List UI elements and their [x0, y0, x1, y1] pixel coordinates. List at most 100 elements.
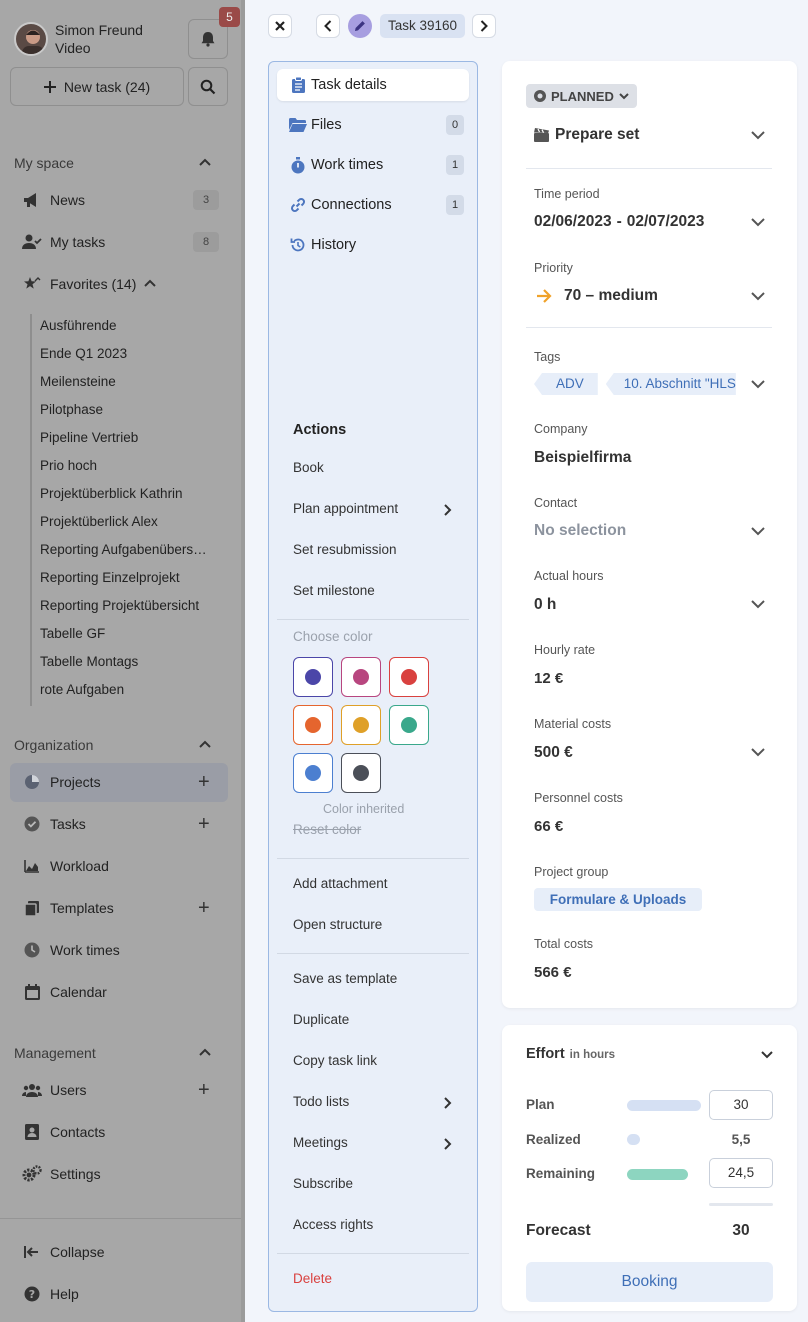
- chevron-up-icon[interactable]: [198, 738, 212, 752]
- color-swatch[interactable]: [389, 657, 429, 697]
- favorite-item[interactable]: Projektüberlick Alex: [40, 514, 158, 529]
- plan-appointment-action[interactable]: Plan appointment: [293, 501, 398, 516]
- favorite-item[interactable]: Ende Q1 2023: [40, 346, 127, 361]
- favorite-item[interactable]: Prio hoch: [40, 458, 97, 473]
- add-template-button[interactable]: +: [198, 898, 210, 918]
- duplicate-action[interactable]: Duplicate: [293, 1012, 349, 1027]
- favorite-item[interactable]: Reporting Aufgabenübers…: [40, 542, 207, 557]
- status-dropdown[interactable]: PLANNED: [526, 84, 637, 108]
- sidebar-item-projects[interactable]: Projects: [22, 770, 101, 794]
- avatar[interactable]: [14, 22, 48, 56]
- color-swatch[interactable]: [341, 705, 381, 745]
- add-user-button[interactable]: +: [198, 1080, 210, 1100]
- chevron-up-icon[interactable]: [198, 1046, 212, 1060]
- save-as-template-action[interactable]: Save as template: [293, 971, 397, 986]
- meetings-action[interactable]: Meetings: [293, 1135, 348, 1150]
- copy-task-link-action[interactable]: Copy task link: [293, 1053, 377, 1068]
- reset-color-action[interactable]: Reset color: [293, 822, 361, 837]
- color-swatch[interactable]: [389, 705, 429, 745]
- sidebar-item-workload[interactable]: Workload: [22, 854, 109, 878]
- favorite-item[interactable]: Tabelle Montags: [40, 654, 138, 669]
- favorite-item[interactable]: Pipeline Vertrieb: [40, 430, 138, 445]
- priority-label: Priority: [534, 261, 573, 275]
- help-button[interactable]: ? Help: [22, 1282, 79, 1306]
- book-action[interactable]: Book: [293, 460, 324, 475]
- set-milestone-action[interactable]: Set milestone: [293, 583, 375, 598]
- color-swatch[interactable]: [341, 657, 381, 697]
- chevron-up-icon[interactable]: [144, 278, 157, 290]
- chevron-down-icon[interactable]: [750, 379, 766, 389]
- favorite-item[interactable]: Pilotphase: [40, 402, 103, 417]
- project-group-chip[interactable]: Formulare & Uploads: [534, 888, 702, 911]
- remaining-input[interactable]: 24,5: [709, 1158, 773, 1188]
- next-task-button[interactable]: [472, 14, 496, 38]
- sidebar-item-news[interactable]: News: [22, 188, 85, 212]
- color-swatch[interactable]: [293, 705, 333, 745]
- plan-input[interactable]: 30: [709, 1090, 773, 1120]
- sidebar-item-calendar[interactable]: Calendar: [22, 980, 107, 1004]
- tab-label: Work times: [311, 157, 384, 173]
- add-task-button[interactable]: +: [198, 814, 210, 834]
- favorite-item[interactable]: Meilensteine: [40, 374, 116, 389]
- color-swatch[interactable]: [293, 657, 333, 697]
- time-period-field[interactable]: 02/06/2023 - 02/07/2023: [534, 213, 704, 231]
- favorite-item[interactable]: Projektüberblick Kathrin: [40, 486, 183, 501]
- realized-label: Realized: [526, 1132, 581, 1147]
- set-resubmission-action[interactable]: Set resubmission: [293, 542, 397, 557]
- close-button[interactable]: [268, 14, 292, 38]
- sidebar-item-settings[interactable]: Settings: [22, 1162, 101, 1186]
- copy-icon: [22, 898, 42, 918]
- delete-action[interactable]: Delete: [293, 1271, 332, 1286]
- tab-history[interactable]: History: [277, 229, 469, 261]
- chevron-down-icon[interactable]: [750, 217, 766, 227]
- clipboard-icon: [289, 77, 307, 93]
- chevron-down-icon[interactable]: [750, 291, 766, 301]
- tab-files[interactable]: Files: [277, 109, 469, 141]
- add-attachment-action[interactable]: Add attachment: [293, 876, 388, 891]
- contact-value[interactable]: No selection: [534, 522, 626, 540]
- subscribe-action[interactable]: Subscribe: [293, 1176, 353, 1191]
- chevron-down-icon[interactable]: [750, 526, 766, 536]
- chevron-down-icon[interactable]: [750, 747, 766, 757]
- tab-connections[interactable]: Connections: [277, 189, 469, 221]
- favorite-item[interactable]: Ausführende: [40, 318, 117, 333]
- tab-label: Task details: [311, 77, 387, 93]
- company-value[interactable]: Beispielfirma: [534, 449, 631, 467]
- material-costs-value[interactable]: 500 €: [534, 744, 573, 762]
- search-button[interactable]: [188, 67, 228, 106]
- sidebar-item-work-times[interactable]: Work times: [22, 938, 120, 962]
- previous-task-button[interactable]: [316, 14, 340, 38]
- chevron-down-icon[interactable]: [750, 130, 766, 140]
- collapse-button[interactable]: Collapse: [22, 1240, 104, 1264]
- access-rights-action[interactable]: Access rights: [293, 1217, 373, 1232]
- sidebar-item-tasks[interactable]: Tasks: [22, 812, 86, 836]
- sidebar-item-my-tasks[interactable]: My tasks: [22, 230, 105, 254]
- favorite-item[interactable]: rote Aufgaben: [40, 682, 124, 697]
- booking-button[interactable]: Booking: [526, 1262, 773, 1302]
- open-structure-action[interactable]: Open structure: [293, 917, 382, 932]
- tag[interactable]: 10. Abschnitt "HLS: [605, 373, 736, 395]
- sidebar-item-templates[interactable]: Templates: [22, 896, 114, 920]
- add-project-button[interactable]: +: [198, 772, 210, 792]
- sidebar-item-contacts[interactable]: Contacts: [22, 1120, 105, 1144]
- realized-bar: [627, 1134, 640, 1145]
- favorite-item[interactable]: Tabelle GF: [40, 626, 105, 641]
- priority-field[interactable]: 70 – medium: [536, 287, 658, 305]
- edit-icon[interactable]: [348, 14, 372, 38]
- chevron-down-icon[interactable]: [750, 599, 766, 609]
- tab-task-details[interactable]: Task details: [277, 69, 469, 101]
- favorite-item[interactable]: Reporting Einzelprojekt: [40, 570, 180, 585]
- tag[interactable]: ADV: [534, 373, 598, 395]
- sidebar-item-favorites[interactable]: Favorites (14): [22, 272, 157, 296]
- favorite-item[interactable]: Reporting Projektübersicht: [40, 598, 199, 613]
- sidebar-item-users[interactable]: Users: [22, 1078, 87, 1102]
- actual-hours-value[interactable]: 0 h: [534, 596, 556, 614]
- new-task-button[interactable]: New task (24): [10, 67, 184, 106]
- chevron-up-icon[interactable]: [198, 156, 212, 170]
- color-swatch[interactable]: [293, 753, 333, 793]
- color-swatch[interactable]: [341, 753, 381, 793]
- todo-lists-action[interactable]: Todo lists: [293, 1094, 349, 1109]
- chevron-down-icon[interactable]: [760, 1050, 774, 1060]
- tab-work-times[interactable]: Work times: [277, 149, 469, 181]
- task-title-row[interactable]: Prepare set: [534, 126, 639, 144]
